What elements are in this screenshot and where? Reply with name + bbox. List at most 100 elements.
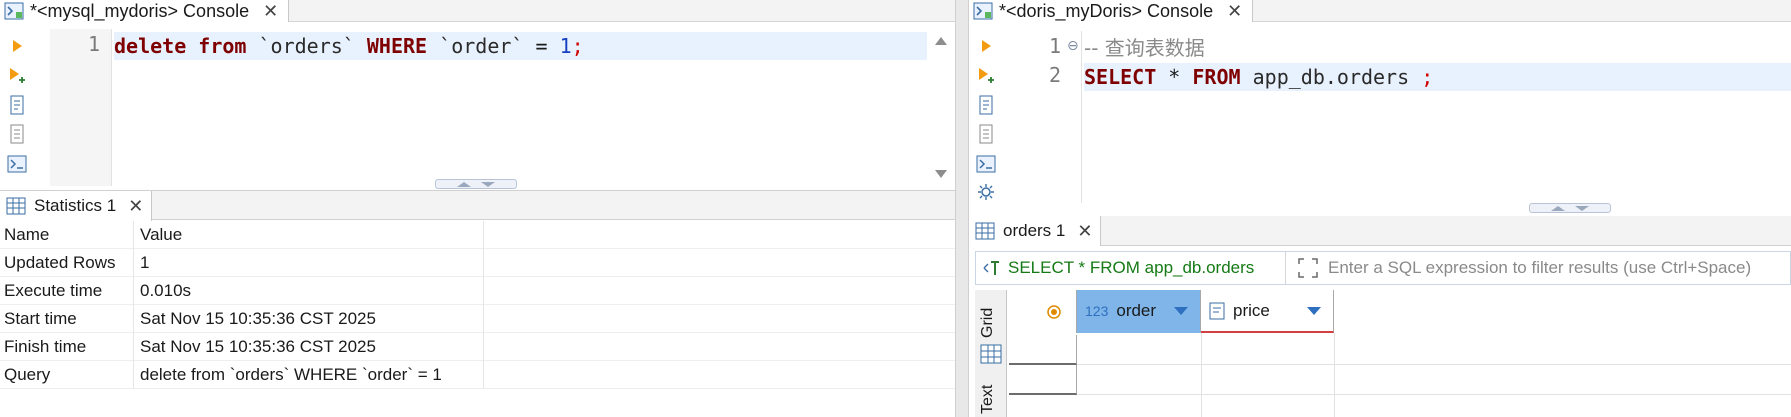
semicolon: ;: [571, 34, 584, 58]
left-sql-editor: 1 delete from `orders` WHERE `order` = 1…: [0, 29, 955, 186]
table-row[interactable]: Updated Rows 1: [0, 249, 955, 277]
right-console-tab-title: *<doris_myDoris> Console: [999, 0, 1214, 21]
close-icon[interactable]: ✕: [128, 197, 143, 215]
orders-results-tab[interactable]: orders 1 ✕: [969, 216, 1102, 246]
sql-comment: -- 查询表数据: [1084, 36, 1205, 60]
keyword-from: FROM: [1192, 65, 1241, 89]
filter-placeholder: Enter a SQL expression to filter results…: [1328, 258, 1752, 277]
column-menu-chevron-down-icon[interactable]: [1307, 306, 1321, 315]
close-icon[interactable]: ✕: [1077, 222, 1092, 240]
output-console-icon[interactable]: [6, 153, 28, 175]
left-console-pane: *<mysql_mydoris> Console ✕ 1 delete from…: [0, 0, 955, 417]
table-row[interactable]: Finish time Sat Nov 15 10:35:36 CST 2025: [0, 333, 955, 361]
presentation-side-tabs: Grid Text: [975, 290, 1007, 417]
equals-operator: =: [535, 34, 548, 58]
left-editor-scrollbar[interactable]: [929, 29, 955, 186]
grid-view-tab[interactable]: Grid: [979, 308, 997, 338]
code-line-1[interactable]: -- 查询表数据: [1084, 34, 1791, 62]
maximize-arrow-icon[interactable]: [457, 181, 471, 187]
row-header[interactable]: [1009, 335, 1077, 365]
left-console-tab[interactable]: *<mysql_mydoris> Console ✕: [0, 0, 290, 22]
grid-corner[interactable]: [1009, 290, 1077, 333]
scroll-down-arrow-icon[interactable]: [935, 170, 947, 178]
orders-tab-label: orders 1: [1003, 221, 1066, 240]
history-icon[interactable]: [6, 123, 28, 145]
results-grid: 123 order price: [1009, 290, 1791, 417]
semicolon: ;: [1421, 65, 1434, 89]
maximize-arrow-icon[interactable]: [1551, 205, 1565, 211]
stat-value: Sat Nov 15 10:35:36 CST 2025: [134, 305, 484, 333]
close-icon[interactable]: ✕: [263, 2, 278, 20]
results-filter-bar: SELECT * FROM app_db.orders Enter a SQL …: [975, 251, 1791, 285]
line-number: 2: [1048, 63, 1061, 87]
table-identifier: `orders`: [258, 34, 355, 58]
table-grid-icon: [6, 197, 26, 215]
code-line-2[interactable]: SELECT * FROM app_db.orders ;: [1084, 63, 1791, 91]
right-sql-editor: 1 2 ⊖ -- 查询表数据 SELECT * FROM app_db.orde…: [969, 31, 1791, 203]
grid-divider: [1077, 364, 1791, 365]
explain-plan-icon[interactable]: [6, 94, 28, 116]
console-icon: [973, 2, 993, 20]
table-row[interactable]: Execute time 0.010s: [0, 277, 955, 305]
left-console-tab-title: *<mysql_mydoris> Console: [30, 0, 250, 21]
line-number: 1: [1048, 34, 1061, 58]
right-console-pane: *<doris_myDoris> Console ✕ 1 2 ⊖ -- 查询表数…: [969, 0, 1791, 417]
right-results-tabbar: orders 1 ✕: [969, 216, 1791, 246]
row-select-all-icon[interactable]: [1047, 305, 1061, 319]
numeric-type-icon: 123: [1085, 302, 1109, 319]
code-line-1[interactable]: delete from `orders` WHERE `order` = 1;: [114, 32, 927, 60]
left-panel-sash[interactable]: [435, 179, 517, 189]
pane-divider[interactable]: [955, 0, 969, 417]
explain-plan-icon[interactable]: [975, 94, 997, 116]
statistics-tab[interactable]: Statistics 1 ✕: [0, 191, 153, 221]
column-menu-chevron-down-icon[interactable]: [1174, 306, 1188, 315]
left-editor-tabstrip: *<mysql_mydoris> Console ✕: [0, 0, 955, 22]
statistics-tab-label: Statistics 1: [34, 196, 117, 215]
column-header-order[interactable]: 123 order: [1077, 290, 1201, 333]
right-panel-sash[interactable]: [1529, 203, 1611, 213]
settings-gear-icon[interactable]: [975, 181, 997, 203]
execute-script-icon[interactable]: [975, 65, 997, 87]
stat-value: delete from `orders` WHERE `order` = 1: [134, 361, 484, 389]
console-icon: [4, 2, 24, 20]
active-query-text: SELECT * FROM app_db.orders: [1008, 258, 1255, 277]
grid-divider: [1201, 333, 1202, 417]
execute-statement-icon[interactable]: [6, 35, 28, 57]
stat-name: Execute time: [0, 277, 134, 305]
column-name: price: [1233, 300, 1270, 320]
table-grid-icon: [975, 222, 995, 240]
column-identifier: `order`: [439, 34, 524, 58]
right-editor-tabstrip: *<doris_myDoris> Console ✕: [969, 0, 1791, 22]
stat-name: Query: [0, 361, 134, 389]
fold-collapse-icon[interactable]: ⊖: [1067, 37, 1079, 54]
close-icon[interactable]: ✕: [1227, 2, 1242, 20]
expand-filter-icon[interactable]: [1298, 258, 1318, 278]
left-code-area[interactable]: delete from `orders` WHERE `order` = 1;: [112, 29, 955, 186]
line-number: 1: [87, 32, 100, 56]
right-code-area[interactable]: -- 查询表数据 SELECT * FROM app_db.orders ;: [1082, 31, 1791, 203]
history-icon[interactable]: [975, 123, 997, 145]
grid-view-icon[interactable]: [980, 344, 1002, 369]
active-query-label[interactable]: SELECT * FROM app_db.orders: [976, 252, 1286, 284]
row-header[interactable]: [1009, 365, 1077, 395]
table-row[interactable]: Start time Sat Nov 15 10:35:36 CST 2025: [0, 305, 955, 333]
scroll-up-arrow-icon[interactable]: [935, 37, 947, 45]
left-results-tabbar: Statistics 1 ✕: [0, 190, 955, 221]
column-header-price[interactable]: price: [1201, 290, 1334, 333]
right-console-tab[interactable]: *<doris_myDoris> Console ✕: [969, 0, 1254, 22]
stat-name: Start time: [0, 305, 134, 333]
right-line-numbers: 1 2 ⊖: [1019, 31, 1082, 203]
grid-divider: [1077, 394, 1791, 395]
execute-script-icon[interactable]: [6, 65, 28, 87]
output-console-icon[interactable]: [975, 153, 997, 175]
table-row[interactable]: Query delete from `orders` WHERE `order`…: [0, 361, 955, 389]
execute-statement-icon[interactable]: [975, 35, 997, 57]
table-identifier: app_db.orders: [1252, 65, 1410, 89]
stat-value: 1: [134, 249, 484, 277]
keyword-from: from: [198, 34, 247, 58]
text-view-tab[interactable]: Text: [979, 385, 997, 414]
restore-arrow-icon[interactable]: [1575, 205, 1589, 211]
filter-expression-input[interactable]: Enter a SQL expression to filter results…: [1286, 252, 1790, 284]
restore-arrow-icon[interactable]: [481, 181, 495, 187]
grid-divider: [1334, 333, 1335, 417]
